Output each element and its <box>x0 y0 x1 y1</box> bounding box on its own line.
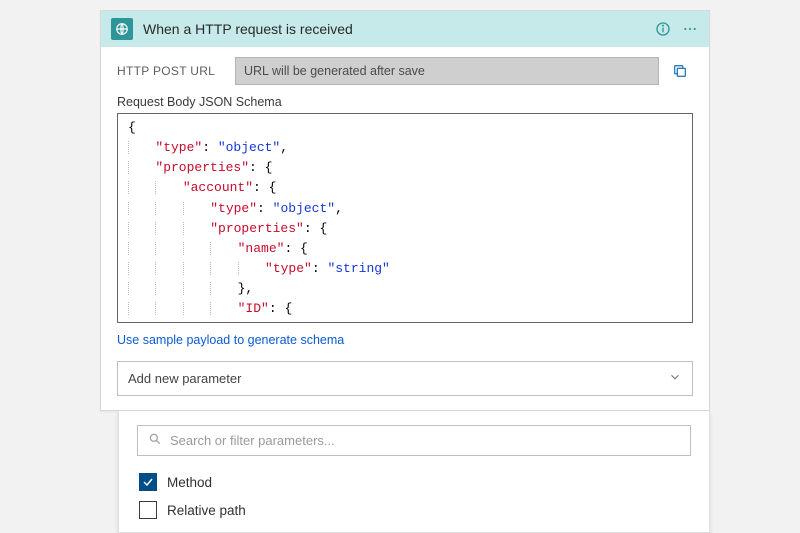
parameter-search[interactable] <box>137 425 691 456</box>
http-trigger-icon <box>111 18 133 40</box>
card-body: HTTP POST URL URL will be generated afte… <box>101 47 709 410</box>
post-url-label: HTTP POST URL <box>117 64 227 78</box>
info-icon[interactable] <box>655 21 671 37</box>
schema-editor[interactable]: { "type": "object", "properties": { "acc… <box>117 113 693 323</box>
search-icon <box>148 432 162 449</box>
more-icon[interactable] <box>681 21 699 37</box>
post-url-value: URL will be generated after save <box>235 57 659 85</box>
checkbox[interactable] <box>139 501 157 519</box>
parameter-search-input[interactable] <box>170 433 680 448</box>
copy-icon[interactable] <box>667 58 693 84</box>
card-title: When a HTTP request is received <box>143 21 645 37</box>
chevron-down-icon <box>668 370 682 387</box>
checkbox[interactable] <box>139 473 157 491</box>
parameter-panel: Method Relative path <box>118 411 710 533</box>
add-parameter-label: Add new parameter <box>128 371 241 386</box>
post-url-row: HTTP POST URL URL will be generated afte… <box>117 57 693 85</box>
parameter-option-label: Method <box>167 475 212 490</box>
schema-label: Request Body JSON Schema <box>117 95 693 109</box>
trigger-card: When a HTTP request is received HTTP POS… <box>100 10 710 411</box>
parameter-option[interactable]: Method <box>137 468 691 496</box>
card-header: When a HTTP request is received <box>101 11 709 47</box>
sample-payload-link[interactable]: Use sample payload to generate schema <box>117 333 344 347</box>
parameter-option[interactable]: Relative path <box>137 496 691 524</box>
parameter-option-label: Relative path <box>167 503 246 518</box>
add-parameter-dropdown[interactable]: Add new parameter <box>117 361 693 396</box>
